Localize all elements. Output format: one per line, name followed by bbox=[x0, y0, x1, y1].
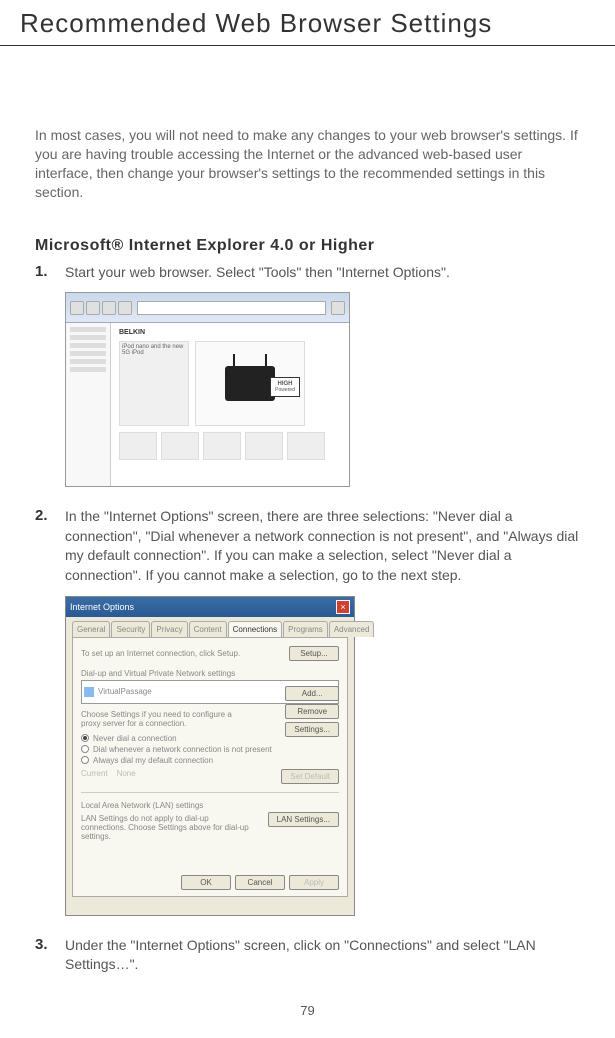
radio-always-dial: Always dial my default connection bbox=[81, 756, 339, 765]
step-3: 3. Under the "Internet Options" screen, … bbox=[35, 936, 580, 975]
dialog-tabs: General Security Privacy Content Connect… bbox=[66, 617, 354, 637]
forward-button-icon bbox=[86, 301, 100, 315]
internet-options-screenshot: Internet Options × General Security Priv… bbox=[65, 596, 580, 916]
brand-logo: BELKIN bbox=[115, 327, 345, 337]
tab-advanced: Advanced bbox=[329, 621, 375, 637]
step-text: Start your web browser. Select "Tools" t… bbox=[65, 263, 580, 283]
refresh-button-icon bbox=[118, 301, 132, 315]
thumbnail bbox=[203, 432, 241, 460]
remove-button: Remove bbox=[285, 704, 339, 719]
step-2: 2. In the "Internet Options" screen, the… bbox=[35, 507, 580, 585]
connection-icon bbox=[84, 687, 94, 697]
page-number: 79 bbox=[300, 1003, 314, 1018]
lan-text: LAN Settings do not apply to dial-up con… bbox=[81, 814, 251, 841]
radio-icon bbox=[81, 745, 89, 753]
add-button: Add... bbox=[285, 686, 339, 701]
back-button-icon bbox=[70, 301, 84, 315]
intro-paragraph: In most cases, you will not need to make… bbox=[35, 126, 580, 202]
step-number: 1. bbox=[35, 263, 65, 283]
browser-sidebar bbox=[66, 323, 111, 486]
set-default-button: Set Default bbox=[281, 769, 339, 784]
thumbnail bbox=[245, 432, 283, 460]
settings-button: Settings... bbox=[285, 722, 339, 737]
proxy-settings-text: Choose Settings if you need to configure… bbox=[81, 710, 251, 728]
step-number: 3. bbox=[35, 936, 65, 975]
stop-button-icon bbox=[102, 301, 116, 315]
step-text: In the "Internet Options" screen, there … bbox=[65, 507, 580, 585]
lan-group-label: Local Area Network (LAN) settings bbox=[81, 801, 339, 810]
browser-toolbar bbox=[66, 293, 349, 323]
step-number: 2. bbox=[35, 507, 65, 585]
lan-settings-button: LAN Settings... bbox=[268, 812, 339, 827]
router-promo: HIGH Powered bbox=[195, 341, 305, 426]
step-text: Under the "Internet Options" screen, cli… bbox=[65, 936, 580, 975]
thumbnail bbox=[119, 432, 157, 460]
thumbnail bbox=[287, 432, 325, 460]
ok-button: OK bbox=[181, 875, 231, 890]
browser-main: BELKIN iPod nano and the new 5G iPod HIG… bbox=[111, 323, 349, 486]
go-button-icon bbox=[331, 301, 345, 315]
address-bar bbox=[137, 301, 326, 315]
dialog-title-text: Internet Options bbox=[70, 602, 134, 612]
browser-screenshot: BELKIN iPod nano and the new 5G iPod HIG… bbox=[65, 292, 580, 487]
radio-icon bbox=[81, 734, 89, 742]
setup-button: Setup... bbox=[289, 646, 339, 661]
radio-icon bbox=[81, 756, 89, 764]
page-title: Recommended Web Browser Settings bbox=[0, 0, 615, 46]
apply-button: Apply bbox=[289, 875, 339, 890]
dialup-group-label: Dial-up and Virtual Private Network sett… bbox=[81, 669, 339, 678]
tab-privacy: Privacy bbox=[151, 621, 187, 637]
dialog-titlebar: Internet Options × bbox=[66, 597, 354, 617]
setup-text: To set up an Internet connection, click … bbox=[81, 649, 289, 658]
high-powered-badge: HIGH Powered bbox=[270, 377, 300, 397]
dialog-body: To set up an Internet connection, click … bbox=[72, 637, 348, 897]
ipod-promo: iPod nano and the new 5G iPod bbox=[119, 341, 189, 426]
step-1: 1. Start your web browser. Select "Tools… bbox=[35, 263, 580, 283]
radio-dial-not-present: Dial whenever a network connection is no… bbox=[81, 745, 339, 754]
tab-security: Security bbox=[111, 621, 150, 637]
section-subheading: Microsoft® Internet Explorer 4.0 or High… bbox=[35, 237, 580, 255]
tab-connections: Connections bbox=[228, 621, 282, 637]
router-icon bbox=[225, 366, 275, 401]
tab-programs: Programs bbox=[283, 621, 328, 637]
tab-content: Content bbox=[189, 621, 227, 637]
close-icon: × bbox=[336, 600, 350, 614]
cancel-button: Cancel bbox=[235, 875, 285, 890]
tab-general: General bbox=[72, 621, 110, 637]
thumbnail bbox=[161, 432, 199, 460]
content-area: In most cases, you will not need to make… bbox=[0, 46, 615, 975]
